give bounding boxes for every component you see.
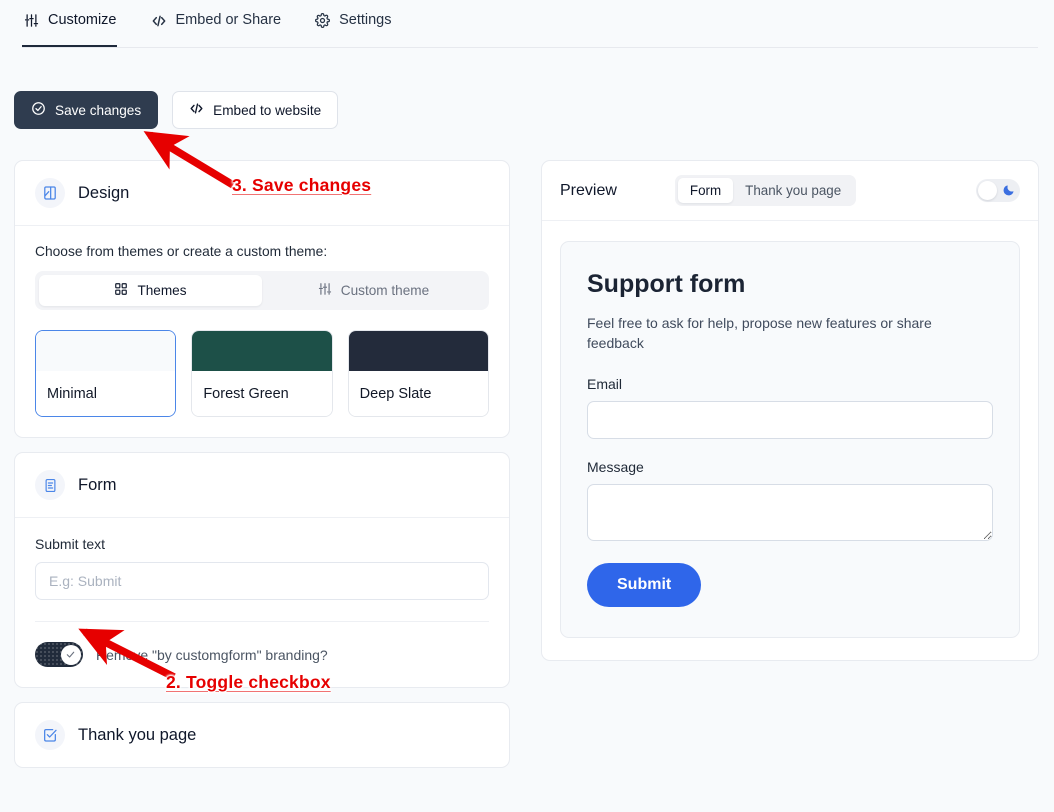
mock-email-label: Email xyxy=(587,375,623,392)
design-mode-segmented: Themes Custom theme xyxy=(35,271,489,310)
preview-mode-segmented: Form Thank you page xyxy=(674,175,857,206)
check-circle-icon xyxy=(31,101,46,119)
segment-custom-theme-label: Custom theme xyxy=(340,283,430,298)
theme-name: Minimal xyxy=(36,371,176,416)
theme-swatch xyxy=(36,331,176,371)
submit-text-label: Submit text xyxy=(35,536,106,552)
preview-column: Preview Form Thank you page Support form… xyxy=(541,160,1039,675)
tab-customize[interactable]: Customize xyxy=(22,0,131,47)
form-card-header: Form xyxy=(15,453,509,518)
sliders-icon xyxy=(318,282,332,299)
toggle-knob xyxy=(978,181,997,200)
design-card: Design Choose from themes or create a cu… xyxy=(14,160,510,438)
segment-themes-label: Themes xyxy=(137,283,187,298)
annotation-text-toggle-checkbox: 2. Toggle checkbox xyxy=(166,672,331,692)
mock-submit-button[interactable]: Submit xyxy=(587,562,702,607)
save-changes-label: Save changes xyxy=(55,102,142,118)
save-changes-button[interactable]: Save changes xyxy=(14,91,159,129)
document-icon xyxy=(35,470,65,500)
theme-name: Forest Green xyxy=(192,371,332,416)
code-icon xyxy=(189,101,204,119)
tab-label: Settings xyxy=(339,12,392,29)
code-icon xyxy=(151,13,167,29)
design-card-body: Choose from themes or create a custom th… xyxy=(15,226,509,437)
dark-mode-toggle[interactable] xyxy=(976,179,1020,202)
tab-label: Customize xyxy=(48,12,117,29)
preview-tab-thank-you-page[interactable]: Thank you page xyxy=(733,178,853,203)
checkbox-checked-icon xyxy=(35,720,65,750)
theme-list: Minimal Forest Green Deep Slate xyxy=(35,330,489,417)
main-tabbar: Customize Embed or Share Settings xyxy=(0,0,1054,49)
remove-branding-toggle[interactable] xyxy=(35,642,83,667)
thank-you-page-title: Thank you page xyxy=(78,725,197,744)
form-card-title: Form xyxy=(78,475,117,494)
embed-to-website-label: Embed to website xyxy=(213,102,322,118)
tab-settings[interactable]: Settings xyxy=(313,0,405,47)
theme-card-minimal[interactable]: Minimal xyxy=(35,330,177,417)
theme-swatch xyxy=(192,331,332,371)
gear-icon xyxy=(315,13,331,28)
thank-you-page-header: Thank you page xyxy=(15,703,509,767)
toggle-knob xyxy=(60,644,81,665)
palette-icon xyxy=(35,178,65,208)
preview-body: Support form Feel free to ask for help, … xyxy=(542,221,1038,660)
grid-icon xyxy=(114,282,128,299)
mock-message-textarea[interactable] xyxy=(587,483,993,541)
remove-branding-label: Remove "by customgform" branding? xyxy=(96,646,328,663)
theme-swatch xyxy=(348,331,488,371)
mock-form: Support form Feel free to ask for help, … xyxy=(560,241,1020,638)
submit-text-input[interactable] xyxy=(35,562,489,600)
tab-label: Embed or Share xyxy=(175,12,282,29)
form-card: Form Submit text Remove "by customgform"… xyxy=(14,452,510,688)
form-card-body: Submit text Remove "by customgform" bran… xyxy=(15,518,509,687)
annotation-text-save-changes: 3. Save changes xyxy=(232,175,372,195)
thank-you-page-card[interactable]: Thank you page xyxy=(14,702,510,768)
moon-icon xyxy=(1002,184,1015,197)
preview-tab-form[interactable]: Form xyxy=(677,178,734,203)
preview-header: Preview Form Thank you page xyxy=(542,161,1038,221)
branding-toggle-row: Remove "by customgform" branding? xyxy=(35,622,489,667)
segment-custom-theme[interactable]: Custom theme xyxy=(262,275,485,306)
segment-themes[interactable]: Themes xyxy=(39,275,262,306)
design-card-title: Design xyxy=(78,183,130,202)
mock-message-label: Message xyxy=(587,458,644,475)
embed-to-website-button[interactable]: Embed to website xyxy=(172,91,339,129)
theme-card-forest-green[interactable]: Forest Green xyxy=(191,330,333,417)
theme-card-deep-slate[interactable]: Deep Slate xyxy=(347,330,489,417)
preview-title: Preview xyxy=(560,181,617,199)
theme-name: Deep Slate xyxy=(348,371,488,416)
mock-email-input[interactable] xyxy=(587,400,993,439)
action-bar: Save changes Embed to website xyxy=(14,91,339,129)
app-root: Customize Embed or Share Settings Save c… xyxy=(0,0,1054,812)
design-hint: Choose from themes or create a custom th… xyxy=(35,244,328,259)
preview-card: Preview Form Thank you page Support form… xyxy=(541,160,1039,661)
mock-form-description: Feel free to ask for help, propose new f… xyxy=(587,315,932,352)
tabbar-divider xyxy=(22,47,1038,48)
sliders-icon xyxy=(24,13,39,28)
tab-embed-or-share[interactable]: Embed or Share xyxy=(149,0,296,47)
mock-form-title: Support form xyxy=(587,270,746,298)
